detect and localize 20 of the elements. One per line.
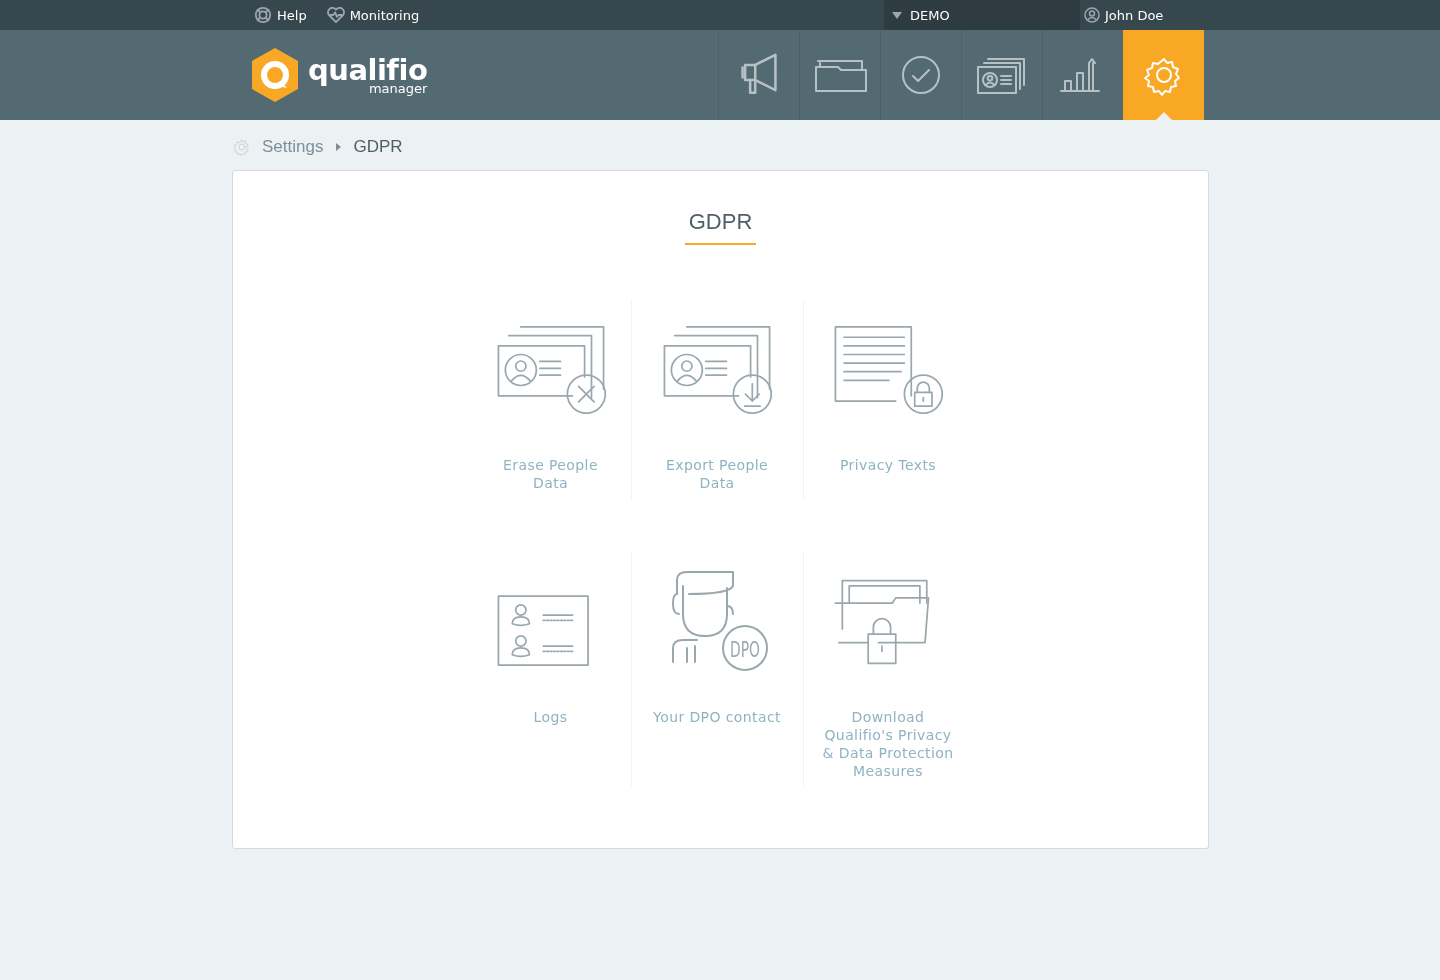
gdpr-option-tile[interactable]: Export People Data (630, 300, 803, 500)
page-title: GDPR (684, 209, 757, 245)
monitoring-link[interactable]: Monitoring (326, 0, 420, 30)
gdpr-option-tile[interactable]: Privacy Texts (802, 300, 973, 500)
lifebuoy-icon (254, 6, 272, 24)
user-menu[interactable]: John Doe (1080, 0, 1204, 30)
breadcrumb-link[interactable]: Settings (262, 137, 324, 157)
gdpr-option-tile[interactable]: Erase People Data (470, 300, 631, 500)
breadcrumb-current: GDPR (353, 137, 403, 157)
gdpr-option-tile[interactable]: DPO Your DPO contact (630, 552, 803, 786)
user-avatar-icon (1084, 7, 1100, 23)
logo-icon (250, 47, 300, 103)
heartbeat-icon (326, 7, 345, 23)
help-link[interactable]: Help (254, 0, 307, 30)
active-pointer-icon (1156, 112, 1172, 120)
nav-tab[interactable] (1123, 30, 1204, 120)
gdpr-option-tile[interactable]: Logs (470, 552, 631, 786)
gdpr-option-tile[interactable]: Download Qualifio's Privacy & Data Protection Measures (802, 552, 973, 786)
dropdown-caret-icon (892, 11, 902, 19)
workspace-selector[interactable]: DEMO (884, 0, 1080, 30)
